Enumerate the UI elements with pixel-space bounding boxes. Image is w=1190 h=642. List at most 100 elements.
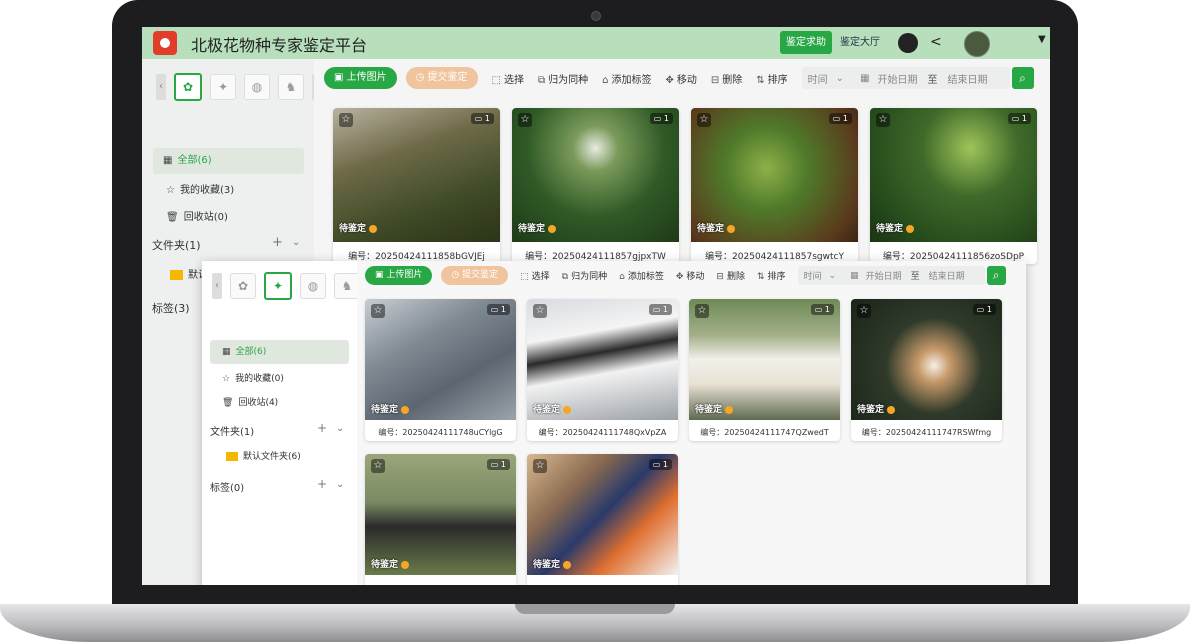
category-tab-plant[interactable]: ✿ [174, 73, 202, 101]
select-icon: ⬚ [520, 272, 529, 282]
sidebar-item-all[interactable]: ▦ 全部(6) [210, 340, 349, 364]
move-tool[interactable]: ✥ 移动 [666, 71, 697, 86]
comment-count-badge: ▭ 1 [648, 304, 672, 315]
category-tab-fungi[interactable]: ◍ [300, 273, 326, 299]
star-icon[interactable]: ☆ [533, 304, 547, 318]
delete-tool[interactable]: ⊟ 删除 [716, 269, 745, 282]
image-card[interactable]: ☆ ▭ 1 待鉴定 编号：20250424111747QZwedT [689, 299, 840, 441]
submit-identify-button[interactable]: ◷ 提交鉴定 [441, 266, 509, 285]
card-id: 编号：20250424111747RSWfmg [861, 428, 992, 437]
star-icon[interactable]: ☆ [697, 113, 711, 127]
tags-heading: 标签(0) [210, 483, 245, 494]
pending-dot-icon [727, 224, 736, 233]
star-icon[interactable]: ☆ [857, 304, 871, 318]
time-select[interactable]: 时间 [804, 269, 822, 282]
back-toolbar: ▣ 上传图片 ◷ 提交鉴定 ⬚ 选择 ⧉ 归为同种 ⌂ 添加标签 ✥ 移动 ⊟ 删除 ⇅ 排… [324, 67, 1034, 89]
star-icon[interactable]: ☆ [518, 113, 532, 127]
select-tool[interactable]: ⬚ 选择 [492, 71, 524, 86]
date-filter: 时间 ⌄ ▦ 开始日期 至 结束日期 [797, 266, 985, 285]
add-folder-icon[interactable]: + [317, 421, 327, 435]
screen: 北极花物种专家鉴定平台 鉴定求助 鉴定大厅 < ▼ ‹ ✿ ✦ ◍ ♞ › ▦全… [142, 27, 1050, 585]
chevron-down-icon[interactable]: ⌄ [292, 237, 300, 248]
sidebar-item-all[interactable]: ▦ 全部(6) [153, 148, 304, 174]
folder-icon [226, 452, 238, 461]
comment-count-badge: ▭ 1 [470, 113, 494, 124]
help-request-button[interactable]: 鉴定求助 [780, 31, 832, 54]
folder-icon [170, 270, 183, 280]
comment-count-badge: ▭ 1 [810, 304, 834, 315]
upload-button[interactable]: ▣ 上传图片 [324, 67, 397, 89]
star-icon[interactable]: ☆ [371, 459, 385, 473]
add-tag-tool[interactable]: ⌂ 添加标签 [619, 269, 664, 282]
share-icon[interactable]: < [930, 34, 950, 54]
add-folder-icon[interactable]: + [272, 235, 283, 250]
sort-tool[interactable]: ⇅ 排序 [756, 71, 787, 86]
pending-dot-icon [563, 405, 572, 414]
grid-icon: ▦ [163, 155, 173, 166]
chevron-down-icon[interactable]: ⌄ [336, 479, 344, 490]
front-sidebar: ‹ ✿ ✦ ◍ ♞ › ▦全部(6) ☆我的收藏(0) 🗑回收站(4) 文件夹(… [202, 261, 378, 585]
chevron-down-icon[interactable]: ⌄ [336, 423, 344, 434]
image-card[interactable]: ☆ ▭ 1 待鉴定 编号：20250424111857gjpxTW [512, 108, 679, 264]
select-tool[interactable]: ⬚ 选择 [520, 269, 550, 282]
card-id: 编号：20250424111748uCYlgG [378, 428, 503, 437]
category-prev-button[interactable]: ‹ [212, 273, 222, 299]
sidebar-item-trash[interactable]: 🗑 回收站(4) [222, 395, 278, 408]
image-card[interactable]: ☆ ▭ 1 待鉴定 编号：20250424111748uCYlgG [365, 299, 516, 441]
search-button[interactable]: ⌕ [986, 266, 1006, 285]
trash-icon: 🗑 [222, 398, 234, 408]
category-tab-fungi[interactable]: ◍ [244, 74, 270, 100]
status-badge: 待鉴定 [697, 221, 736, 234]
add-tag-icon[interactable]: + [317, 477, 327, 491]
time-select[interactable]: 时间 [808, 71, 828, 86]
chevron-down-icon: ⌄ [828, 270, 837, 281]
merge-species-tool[interactable]: ⧉ 归为同种 [562, 269, 607, 282]
upload-button[interactable]: ▣ 上传图片 [365, 266, 433, 285]
search-button[interactable]: ⌕ [1011, 67, 1034, 89]
image-card[interactable]: ☆ ▭ 1 待鉴定 编号：20250424111856zoSDpP [870, 108, 1037, 264]
pending-dot-icon [401, 405, 410, 414]
default-folder[interactable]: 默认文件夹(6) [226, 449, 301, 462]
add-tag-tool[interactable]: ⌂ 添加标签 [602, 71, 651, 86]
sidebar-item-trash[interactable]: 🗑 回收站(0) [166, 208, 228, 223]
end-date-input[interactable]: 结束日期 [929, 269, 979, 282]
comment-count-badge: ▭ 1 [486, 304, 510, 315]
delete-icon: ⊟ [710, 74, 720, 86]
image-card[interactable]: ☆ ▭ 1 待鉴定 编号：20250424111747RSWfmg [851, 299, 1002, 441]
select-icon: ⬚ [491, 74, 501, 86]
comment-count-badge: ▭ 1 [649, 113, 673, 124]
category-tab-plant[interactable]: ✿ [230, 273, 256, 299]
app-logo-icon [153, 31, 177, 55]
submit-identify-button[interactable]: ◷ 提交鉴定 [405, 67, 478, 89]
end-date-input[interactable]: 结束日期 [948, 71, 1004, 86]
profile-avatar[interactable] [964, 31, 990, 57]
category-prev-button[interactable]: ‹ [156, 74, 166, 100]
merge-species-tool[interactable]: ⧉ 归为同种 [538, 71, 588, 86]
image-card[interactable]: ☆ ▭ 1 待鉴定 编号：20250424111858bGVJEj [333, 108, 500, 264]
sidebar-item-favorites[interactable]: ☆ 我的收藏(3) [166, 181, 234, 196]
identify-hall-button[interactable]: 鉴定大厅 [834, 31, 886, 54]
star-icon[interactable]: ☆ [339, 113, 353, 127]
star-icon[interactable]: ☆ [371, 304, 385, 318]
sidebar-item-favorites[interactable]: ☆ 我的收藏(0) [222, 371, 284, 384]
comment-count-badge: ▭ 1 [828, 113, 852, 124]
delete-tool[interactable]: ⊟ 删除 [711, 71, 742, 86]
dropdown-arrow-icon[interactable]: ▼ [1038, 34, 1050, 54]
status-badge: 待鉴定 [518, 221, 557, 234]
image-card[interactable]: ☆ ▭ 1 待鉴定 编号：20250424111857sgwtcY [691, 108, 858, 264]
start-date-input[interactable]: 开始日期 [878, 71, 918, 86]
image-card[interactable]: ☆ ▭ 1 待鉴定 [365, 454, 516, 585]
star-icon[interactable]: ☆ [533, 459, 547, 473]
star-icon[interactable]: ☆ [876, 113, 890, 127]
move-tool[interactable]: ✥ 移动 [676, 269, 705, 282]
user-avatar[interactable] [898, 33, 918, 53]
category-tab-bird[interactable]: ✦ [210, 74, 236, 100]
sort-tool[interactable]: ⇅ 排序 [757, 269, 786, 282]
image-card[interactable]: ☆ ▭ 1 待鉴定 编号：20250424111748QxVpZA [527, 299, 678, 441]
category-tab-bird[interactable]: ✦ [264, 272, 292, 300]
star-icon[interactable]: ☆ [695, 304, 709, 318]
sort-icon: ⇅ [756, 74, 765, 86]
image-card[interactable]: ☆ ▭ 1 待鉴定 [527, 454, 678, 585]
start-date-input[interactable]: 开始日期 [866, 269, 902, 282]
category-tab-beast[interactable]: ♞ [278, 74, 304, 100]
